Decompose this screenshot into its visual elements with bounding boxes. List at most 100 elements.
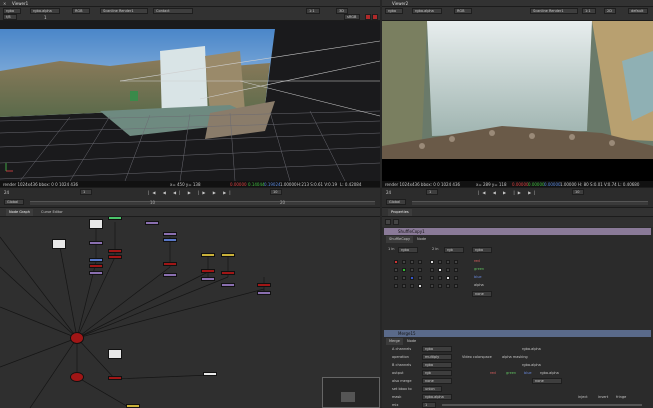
- in1-dropdown[interactable]: rgba: [398, 247, 418, 253]
- node-blur[interactable]: [201, 253, 215, 257]
- fps-value[interactable]: 24: [4, 190, 9, 195]
- node-merge[interactable]: [89, 264, 103, 268]
- node-output[interactable]: [203, 372, 217, 376]
- node-merge[interactable]: [201, 269, 215, 273]
- shufflecopy-header[interactable]: ShuffleCopy1: [384, 228, 651, 235]
- zoom-dropdown[interactable]: 1:1: [582, 8, 596, 14]
- input-a-dropdown[interactable]: Scanline Render1: [100, 8, 148, 14]
- node-read[interactable]: [108, 349, 122, 359]
- set-bbox-dropdown[interactable]: union: [422, 386, 442, 392]
- mix-slider[interactable]: [442, 404, 642, 406]
- node-merge[interactable]: [257, 283, 271, 287]
- play-controls[interactable]: |◀ ◀ ▶ |▶ ▶|: [478, 190, 539, 195]
- node-merge[interactable]: [221, 271, 235, 275]
- proj-dropdown[interactable]: default: [628, 8, 648, 14]
- global-dropdown[interactable]: Global: [4, 199, 24, 205]
- operation-dropdown[interactable]: multiply: [422, 354, 452, 360]
- node-read[interactable]: [89, 219, 103, 229]
- stop-icon[interactable]: [372, 14, 378, 20]
- channel-dropdown[interactable]: rgba.alpha: [30, 8, 60, 14]
- step-field[interactable]: 10: [270, 189, 282, 195]
- viewer1-canvas[interactable]: [0, 21, 380, 181]
- invert-check[interactable]: invert: [598, 395, 608, 400]
- step-field[interactable]: 10: [572, 189, 584, 195]
- output-red-check[interactable]: red: [490, 371, 496, 376]
- viewer2-tab[interactable]: Viewer2: [392, 1, 408, 6]
- frame-field[interactable]: 1: [80, 189, 92, 195]
- shufflecopy-name[interactable]: ShuffleCopy1: [398, 229, 425, 234]
- tab-node[interactable]: Node: [404, 338, 419, 345]
- node-merge[interactable]: [163, 262, 177, 266]
- node-grade[interactable]: [89, 241, 103, 245]
- also-merge-dropdown-2[interactable]: none: [532, 378, 562, 384]
- max-icon[interactable]: [393, 219, 399, 225]
- timeline-track[interactable]: [412, 201, 648, 205]
- mix-field[interactable]: 1: [422, 402, 436, 408]
- mask-dropdown[interactable]: rgba.alpha: [422, 394, 452, 400]
- node-grade[interactable]: [145, 221, 159, 225]
- out-dropdown[interactable]: rgba: [472, 247, 492, 253]
- node-merge[interactable]: [108, 255, 122, 259]
- also-merge-dropdown[interactable]: none: [422, 378, 452, 384]
- node-shuffle[interactable]: [163, 238, 177, 242]
- output-blue-check[interactable]: blue: [524, 371, 532, 376]
- lock-icon[interactable]: [385, 219, 391, 225]
- video-colorspace-check[interactable]: Video colorspace: [462, 355, 492, 360]
- fstop-dropdown[interactable]: f/8: [3, 14, 17, 20]
- zoom-dropdown[interactable]: 1:1: [306, 8, 320, 14]
- node-merge[interactable]: [108, 249, 122, 253]
- shuffle-matrix[interactable]: [394, 260, 470, 300]
- global-dropdown[interactable]: Global: [386, 199, 406, 205]
- node-grade[interactable]: [163, 232, 177, 236]
- merge-name[interactable]: Merge15: [398, 331, 416, 336]
- node-blur[interactable]: [126, 404, 140, 408]
- node-grade[interactable]: [163, 273, 177, 277]
- a-channels-dropdown[interactable]: rgba: [422, 346, 452, 352]
- input-dropdown[interactable]: Scanline Render1: [530, 8, 578, 14]
- node-read[interactable]: [52, 239, 66, 249]
- minimap-view: [341, 392, 355, 402]
- node-grade[interactable]: [257, 291, 271, 295]
- input-b-dropdown[interactable]: Contact: [153, 8, 193, 14]
- minimap[interactable]: [322, 377, 380, 408]
- alpha-masking-check[interactable]: alpha masking: [502, 355, 528, 360]
- node-grade[interactable]: [201, 277, 215, 281]
- output-green-check[interactable]: green: [506, 371, 516, 376]
- in2-dropdown[interactable]: rgb: [444, 247, 464, 253]
- merge-header[interactable]: Merge15: [384, 330, 651, 337]
- pause-icon[interactable]: [365, 14, 371, 20]
- proj-dropdown[interactable]: sRGB: [344, 14, 360, 20]
- frame-field[interactable]: 1: [426, 189, 438, 195]
- node-scanline-render[interactable]: [70, 332, 84, 344]
- node-grade[interactable]: [221, 283, 235, 287]
- layer-dropdown[interactable]: rgba: [385, 8, 403, 14]
- node-scene[interactable]: [70, 372, 84, 382]
- channel-dropdown[interactable]: rgba.alpha: [412, 8, 442, 14]
- node-shuffle[interactable]: [89, 258, 103, 262]
- node-blur[interactable]: [221, 253, 235, 257]
- play-controls[interactable]: |◀ ◀ ◀| ▶ |▶ ▶ ▶|: [148, 190, 234, 195]
- inject-check[interactable]: inject: [578, 395, 588, 400]
- node-merge[interactable]: [108, 376, 122, 380]
- fringe-check[interactable]: fringe: [616, 395, 626, 400]
- viewer1-tab[interactable]: Viewer1: [12, 1, 28, 6]
- b-channels-dropdown[interactable]: rgba: [422, 362, 452, 368]
- tab-merge[interactable]: Merge: [386, 338, 403, 345]
- tab-node-graph[interactable]: Node Graph: [6, 209, 33, 216]
- fps-value[interactable]: 24: [386, 190, 391, 195]
- output-dropdown[interactable]: rgb: [422, 370, 452, 376]
- tab-properties[interactable]: Properties: [388, 209, 412, 216]
- colorspace-dropdown[interactable]: RGB: [72, 8, 90, 14]
- close-icon[interactable]: ×: [3, 1, 6, 6]
- node-grade[interactable]: [89, 271, 103, 275]
- timeline-track[interactable]: [30, 201, 375, 205]
- tab-node[interactable]: Node: [414, 236, 429, 243]
- tab-curve-editor[interactable]: Curve Editor: [38, 209, 66, 216]
- extra-dropdown[interactable]: none: [472, 291, 492, 297]
- colorspace-dropdown[interactable]: RGB: [454, 8, 472, 14]
- mode-dropdown[interactable]: 2D: [604, 8, 616, 14]
- node-transform[interactable]: [108, 217, 122, 220]
- viewer2-canvas[interactable]: [382, 21, 653, 181]
- nodegraph-canvas[interactable]: [0, 217, 380, 408]
- tab-shufflecopy[interactable]: ShuffleCopy: [386, 236, 414, 243]
